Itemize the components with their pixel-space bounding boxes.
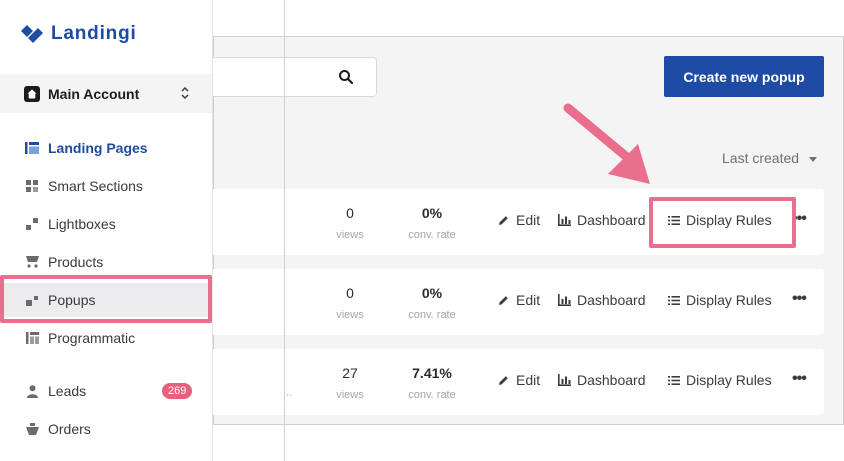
logo-text: Landingi (51, 23, 137, 44)
sidebar-item-label: Lightboxes (48, 216, 116, 232)
sort-label: Last created (722, 150, 800, 166)
conv-stat: 7.41% conv. rate (399, 365, 465, 401)
dashboard-button[interactable]: Dashboard (558, 292, 646, 308)
more-icon[interactable]: ••• (792, 370, 807, 388)
dashboard-button[interactable]: Dashboard (558, 372, 646, 388)
smart-sections-icon (24, 178, 40, 194)
sidebar-item-label: Smart Sections (48, 178, 143, 194)
views-value: 27 (342, 365, 358, 381)
edit-label: Edit (516, 372, 541, 388)
display-rules-label: Display Rules (686, 212, 772, 228)
chevron-updown-icon (181, 86, 189, 100)
views-label: views (336, 389, 364, 401)
caret-down-icon (809, 156, 818, 162)
sidebar-item-label: Programmatic (48, 330, 136, 346)
display-rules-label: Display Rules (686, 292, 772, 308)
sidebar-item-label: Landing Pages (48, 140, 148, 156)
dashboard-label: Dashboard (577, 212, 646, 228)
sidebar-item-products[interactable]: Products (0, 245, 212, 279)
sidebar-item-landing-pages[interactable]: Landing Pages (0, 131, 212, 165)
sidebar-item-lightboxes[interactable]: Lightboxes (0, 207, 212, 241)
conv-label: conv. rate (408, 229, 456, 241)
list-item: 0 views 0% conv. rate Edit Dashboard Dis… (213, 269, 824, 335)
pencil-icon (499, 295, 508, 305)
sidebar-item-leads[interactable]: Leads 269 (0, 374, 212, 408)
display-rules-button[interactable]: Display Rules (668, 372, 772, 388)
list-icon (668, 375, 680, 385)
more-icon[interactable]: ••• (792, 210, 807, 228)
person-icon (24, 383, 40, 399)
search-input[interactable] (213, 57, 377, 97)
sidebar-header-extension (213, 0, 285, 36)
bar-chart-icon (558, 214, 571, 226)
landingi-logo-icon (21, 25, 43, 43)
dashboard-label: Dashboard (577, 372, 646, 388)
edit-button[interactable]: Edit (497, 372, 540, 388)
views-stat: 27 views (330, 365, 370, 401)
sidebar-item-label: Orders (48, 421, 91, 437)
edit-label: Edit (516, 292, 541, 308)
pencil-icon (499, 215, 508, 225)
programmatic-icon (24, 330, 40, 346)
edit-label: Edit (516, 212, 541, 228)
list-item: ... 27 views 7.41% conv. rate Edit Dashb… (213, 349, 824, 415)
views-label: views (336, 309, 364, 321)
sidebar-item-smart-sections[interactable]: Smart Sections (0, 169, 212, 203)
more-icon[interactable]: ••• (792, 290, 807, 308)
views-stat: 0 views (330, 285, 370, 321)
conv-stat: 0% conv. rate (399, 285, 465, 321)
conv-value: 0% (421, 285, 443, 301)
conv-value: 7.41% (412, 365, 452, 381)
sidebar-item-label: Popups (48, 292, 96, 308)
sidebar-bottom-extension (213, 426, 285, 461)
bar-chart-icon (558, 374, 571, 386)
display-rules-button[interactable]: Display Rules (668, 292, 772, 308)
lightboxes-icon (24, 216, 40, 232)
annotation-arrow (563, 103, 650, 184)
list-icon (668, 295, 680, 305)
sidebar-item-label: Leads (48, 383, 87, 399)
conv-label: conv. rate (408, 389, 456, 401)
cart-icon (24, 254, 40, 270)
list-icon (668, 215, 680, 225)
sidebar-item-programmatic[interactable]: Programmatic (0, 321, 212, 355)
views-label: views (336, 229, 364, 241)
display-rules-button[interactable]: Display Rules (668, 212, 772, 228)
display-rules-label: Display Rules (686, 372, 772, 388)
conv-value: 0% (421, 205, 443, 221)
edit-button[interactable]: Edit (497, 212, 540, 228)
views-stat: 0 views (330, 205, 370, 241)
conv-stat: 0% conv. rate (399, 205, 465, 241)
views-value: 0 (346, 205, 354, 221)
dashboard-button[interactable]: Dashboard (558, 212, 646, 228)
create-popup-button[interactable]: Create new popup (664, 56, 824, 97)
home-icon (24, 85, 40, 102)
landing-pages-icon (24, 140, 40, 156)
sort-dropdown[interactable]: Last created (722, 150, 818, 166)
dashboard-label: Dashboard (577, 292, 646, 308)
sidebar-divider (284, 0, 285, 461)
sidebar-item-orders[interactable]: Orders (0, 412, 212, 446)
sidebar-item-popups[interactable]: Popups (0, 283, 212, 317)
conv-label: conv. rate (408, 309, 456, 321)
list-item: 0 views 0% conv. rate Edit Dashboard Dis… (213, 189, 824, 255)
sidebar: Landingi Main Account Landing Pages Smar… (0, 0, 213, 461)
logo[interactable]: Landingi (21, 23, 137, 45)
account-name: Main Account (48, 85, 140, 102)
orders-icon (24, 421, 40, 437)
leads-count-badge: 269 (162, 383, 193, 399)
bar-chart-icon (558, 294, 571, 306)
views-value: 0 (346, 285, 354, 301)
account-switcher[interactable]: Main Account (0, 74, 212, 113)
edit-button[interactable]: Edit (497, 292, 540, 308)
search-icon[interactable] (338, 69, 354, 85)
popups-icon (24, 292, 40, 308)
sidebar-item-label: Products (48, 254, 104, 270)
pencil-icon (499, 375, 508, 385)
